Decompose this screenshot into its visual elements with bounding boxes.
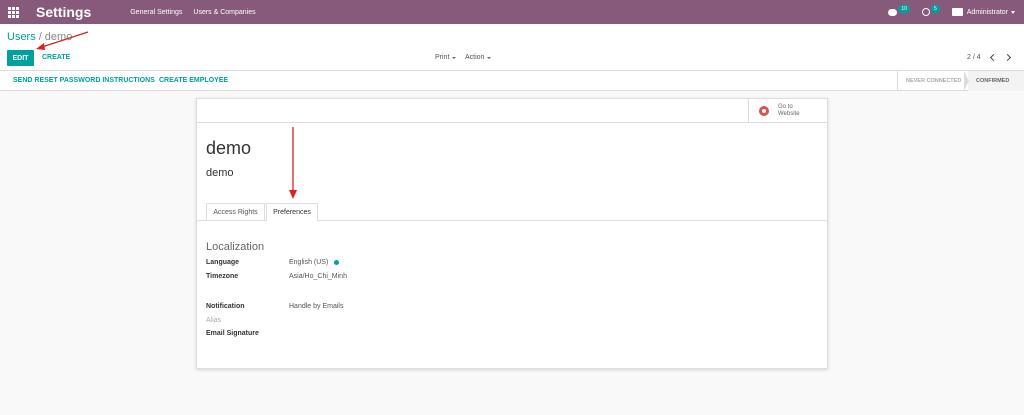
alias-label: Alias [206,317,222,324]
section-title-localization: Localization [206,241,265,253]
chat-icon [888,8,898,16]
user-name: Administrator [966,8,1008,16]
apps-menu-icon[interactable] [6,5,20,19]
send-reset-password-button[interactable]: SEND RESET PASSWORD INSTRUCTIONS [13,77,155,84]
activities-badge: 5 [930,5,940,13]
breadcrumb-users-link[interactable]: Users [7,31,36,43]
chevron-down-icon [487,56,492,59]
go-to-website-label: Go to Website [778,104,800,118]
chevron-left-icon [989,53,997,62]
language-value-text: English (US) [289,259,329,266]
tab-preferences[interactable]: Preferences [266,203,318,222]
website-label-line1: Go to [778,104,793,110]
notification-label: Notification [206,303,245,310]
notebook-tabs: Access Rights Preferences [197,203,827,222]
print-label: Print [435,54,450,61]
language-label: Language [206,259,240,266]
navbar-systray: 10 5 Administrator [888,5,1015,16]
menu-users-companies[interactable]: Users & Companies [193,9,255,16]
control-panel: Users / demo EDIT CREATE Print Action 2 / … [0,24,1024,71]
record-name: demo [206,138,252,158]
state-never-connected: NEVER CONNECTED [897,71,968,91]
pager-next-button[interactable] [1002,52,1012,63]
pager-value[interactable]: 2 / 4 [967,54,981,61]
globe-icon [759,106,769,116]
timezone-label: Timezone [206,273,239,280]
print-dropdown[interactable]: Print [435,54,457,61]
state-confirmed: CONFIRMED [968,71,1024,91]
language-value: English (US) [289,259,340,266]
email-signature-label: Email Signature [206,330,259,337]
breadcrumb-current: demo [44,31,73,43]
user-menu[interactable]: Administrator [951,8,1015,16]
pager-previous-button[interactable] [988,52,998,63]
globe-icon[interactable] [334,259,340,265]
chevron-right-icon [1003,53,1011,62]
go-to-website-button[interactable]: Go to Website [748,99,828,123]
login-field: demo [206,167,234,179]
user-avatar-icon [951,8,963,16]
website-label-line2: Website [778,111,800,117]
edit-button[interactable]: EDIT [7,50,34,66]
create-button[interactable]: CREATE [42,54,70,61]
clock-icon [921,8,930,16]
top-navbar: Settings General Settings Users & Compan… [0,0,1024,24]
tab-access-rights[interactable]: Access Rights [206,203,265,221]
notification-value: Handle by Emails [289,303,344,310]
action-dropdown[interactable]: Action [465,54,492,61]
form-sheet: Go to Website demo demo Access Rights Pr… [196,98,828,369]
state-arrow-divider [964,71,969,91]
action-label: Action [465,54,485,61]
timezone-value: Asia/Ho_Chi_Minh [289,273,347,280]
app-title: Settings [36,4,92,20]
messages-button[interactable]: 10 [888,5,910,16]
breadcrumb-separator: / [38,31,42,43]
chevron-down-icon [452,56,457,59]
button-box: Go to Website [197,99,827,123]
messages-badge: 10 [898,5,910,13]
form-statusbar: SEND RESET PASSWORD INSTRUCTIONS CREATE … [0,71,1024,91]
menu-general-settings[interactable]: General Settings [130,9,182,16]
create-employee-button[interactable]: CREATE EMPLOYEE [159,77,228,84]
chevron-down-icon [1011,10,1015,14]
activities-button[interactable]: 5 [921,5,940,16]
breadcrumb: Users / demo [7,31,72,43]
